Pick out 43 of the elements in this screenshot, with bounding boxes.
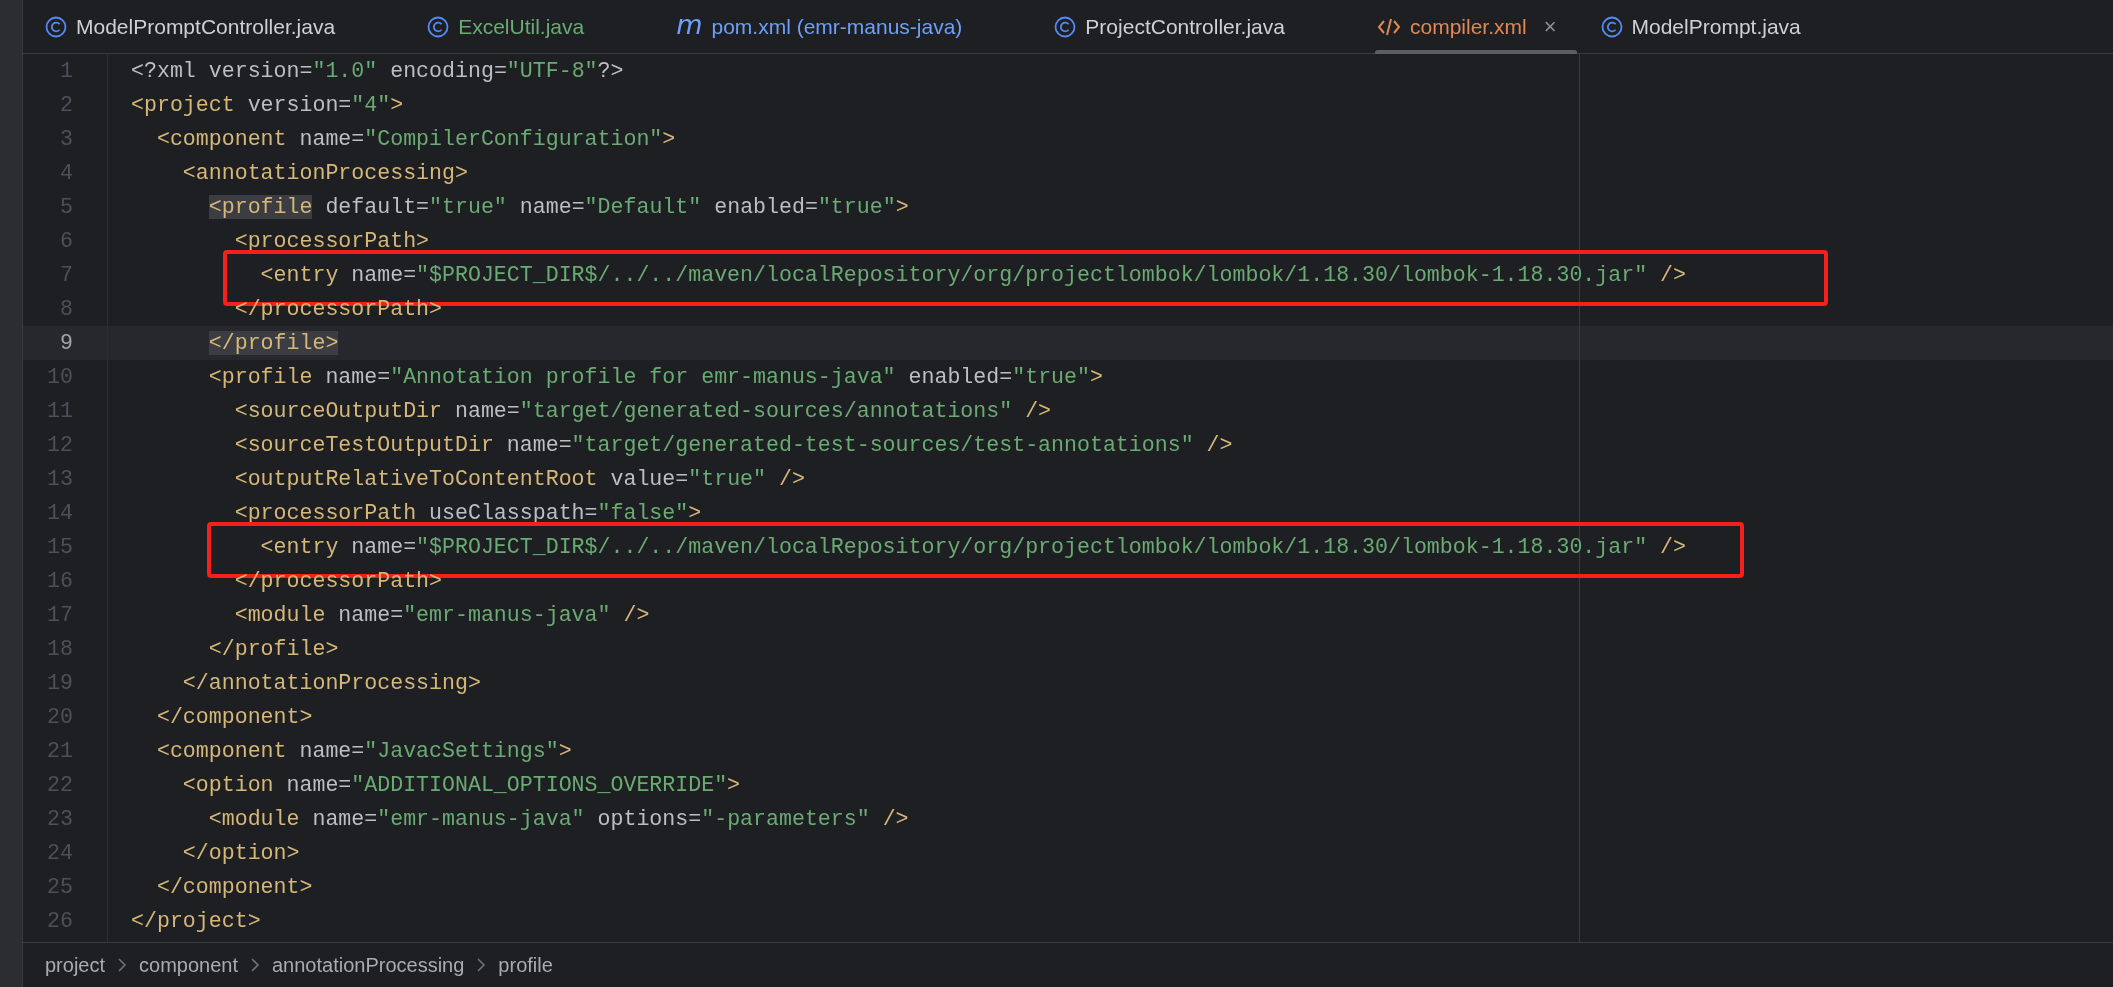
code-line: <entry name="$PROJECT_DIR$/../../maven/localRepository/org/projectlombok/lombok/1.18.30/lombok-1.18.30.jar" /> [131, 263, 1687, 287]
breadcrumb-item[interactable]: project [45, 953, 106, 977]
code-line: <processorPath> [233, 229, 430, 253]
code-line: <profile name="Annotation profile for emr-manus-java" enabled="true"> [207, 365, 1103, 389]
editor-tab[interactable]: ModelPromptController.java [37, 0, 420, 53]
chevron-icon [250, 957, 260, 973]
editor-tab[interactable]: ModelPrompt.java [1592, 0, 1885, 53]
code-line: <?xml version="1.0" encoding="UTF-8"?> [131, 59, 624, 83]
breadcrumb-item[interactable]: profile [498, 953, 553, 977]
breadcrumb-item[interactable]: component [139, 953, 238, 977]
breadcrumb-item[interactable]: annotationProcessing [272, 953, 465, 977]
chevron-icon [117, 957, 128, 973]
code-line: </profile> [207, 637, 339, 661]
chevron-icon [476, 957, 487, 973]
editor-tab[interactable]: ProjectController.java [1046, 0, 1369, 53]
close-button[interactable]: × [1543, 13, 1557, 40]
class-icon [1600, 15, 1623, 38]
code-line: </annotationProcessing> [181, 671, 481, 695]
editor-tab[interactable]: ExcelUtil.java [419, 0, 669, 53]
code-line: <option name="ADDITIONAL_OPTIONS_OVERRIDE"> [181, 773, 741, 797]
code-line: </option> [181, 841, 300, 865]
code-line: </component> [155, 705, 313, 729]
code-line: <module name="emr-manus-java" /> [233, 603, 650, 627]
maven-icon: m [676, 11, 703, 38]
code-line: </component> [155, 875, 313, 899]
code-line: <sourceTestOutputDir name="target/generated-test-sources/test-annotations" /> [233, 433, 1233, 457]
code-line: </project> [131, 909, 261, 933]
code-line: <profile default="true" name="Default" enabled="true"> [207, 195, 909, 219]
class-icon [427, 15, 450, 38]
class-icon [45, 15, 67, 38]
code-line: <module name="emr-manus-java" options="-parameters" /> [207, 807, 909, 831]
code-line: <sourceOutputDir name="target/generated-sources/annotations" /> [233, 399, 1052, 423]
code-line: <outputRelativeToContentRoot value="true" /> [233, 467, 805, 491]
code-line: <annotationProcessing> [181, 161, 468, 185]
code-line: <component name="JavacSettings"> [155, 739, 572, 763]
code-line: <component name="CompilerConfiguration"> [155, 127, 676, 151]
code-line: <entry name="$PROJECT_DIR$/../../maven/localRepository/org/projectlombok/lombok/1.18.30/lombok-1.18.30.jar" /> [131, 535, 1687, 559]
line-number: 9 [59, 331, 74, 355]
code-line: <project version="4"> [131, 93, 404, 117]
editor-tab[interactable]: m pom.xml (emr-manus-java) [668, 0, 1047, 53]
code-icon [1376, 16, 1401, 37]
class-icon [1054, 15, 1077, 38]
code-line: <processorPath useClasspath="false"> [233, 501, 702, 525]
